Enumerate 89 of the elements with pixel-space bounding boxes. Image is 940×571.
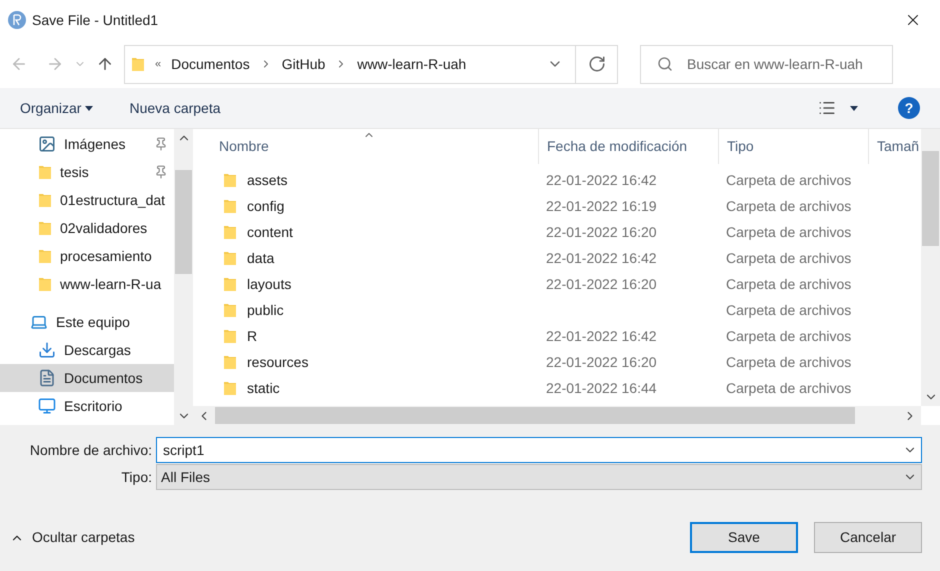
picture-icon [38,135,56,153]
folder-icon [38,192,52,208]
sidebar-scrollbar[interactable] [174,129,193,425]
sidebar-item[interactable]: procesamiento [0,242,174,270]
document-icon [38,369,56,387]
folder-icon [223,224,237,240]
file-name[interactable]: content [247,222,293,242]
sidebar-item[interactable]: tesis [0,158,174,186]
file-name[interactable]: assets [247,170,288,190]
hide-folders-button[interactable]: Ocultar carpetas [10,527,135,548]
folder-icon [223,198,237,214]
file-name[interactable]: resources [247,352,308,372]
refresh-icon [588,55,606,73]
column-header[interactable]: Nombre [193,129,538,164]
file-type: Carpeta de archivos [725,300,852,320]
folder-icon [223,172,237,188]
sidebar-item[interactable]: 01estructura_dat [0,186,174,214]
search-input[interactable]: Buscar en www-learn-R-uah [687,54,867,74]
app-logo-icon [8,11,26,29]
folder-icon [38,248,52,264]
file-type: Carpeta de archivos [725,378,852,398]
monitor-icon [38,397,56,415]
file-type: Carpeta de archivos [725,274,852,294]
column-header[interactable]: Tipo [718,129,868,164]
computer-icon [30,313,48,331]
sidebar-item[interactable]: www-learn-R-ua [0,270,174,298]
folder-icon [38,220,52,236]
column-header[interactable]: Fecha de modificación [538,129,718,164]
folder-icon [223,354,237,370]
breadcrumb[interactable]: www-learn-R-uah [357,54,466,74]
file-type: Carpeta de archivos [725,196,852,216]
file-type: Carpeta de archivos [725,248,852,268]
file-type-select[interactable]: All Files [156,464,922,490]
modified-date: 22-01-2022 16:20 [545,222,658,242]
file-name[interactable]: config [247,196,284,216]
file-name-input[interactable]: script1 [163,440,903,460]
modified-date: 22-01-2022 16:42 [545,170,658,190]
modified-date: 22-01-2022 16:44 [545,378,658,398]
folder-icon [38,164,52,180]
folder-icon [223,250,237,266]
save-button[interactable]: Save [690,522,798,553]
folder-icon [223,302,237,318]
view-options-icon[interactable] [818,99,836,117]
search-field[interactable]: Buscar en www-learn-R-uah [640,44,893,84]
folder-icon [223,380,237,396]
breadcrumb[interactable]: GitHub [282,54,326,74]
sidebar-item[interactable]: 02validadores [0,214,174,242]
sidebar-item[interactable]: Documentos [0,364,174,392]
file-name[interactable]: static [247,378,280,398]
vertical-scrollbar[interactable] [921,129,940,406]
horizontal-scrollbar[interactable] [193,406,921,425]
new-folder-button[interactable]: Nueva carpeta [129,98,221,118]
sidebar-item[interactable]: Imágenes [0,130,174,158]
file-type: Carpeta de archivos [725,326,852,346]
up-button[interactable] [96,55,114,73]
pin-icon[interactable] [154,137,168,151]
file-type: Carpeta de archivos [725,170,852,190]
cancel-button[interactable]: Cancelar [814,522,922,553]
file-name-field[interactable]: script1 [156,437,922,463]
folder-icon [223,276,237,292]
sidebar-item[interactable]: Descargas [0,336,174,364]
pin-icon[interactable] [154,165,168,179]
download-icon [38,341,56,359]
help-button[interactable]: ? [898,97,920,119]
organize-menu[interactable]: Organizar [20,98,94,118]
file-name[interactable]: data [247,248,274,268]
folder-icon [223,328,237,344]
file-name[interactable]: R [247,326,258,346]
modified-date: 22-01-2022 16:42 [545,326,658,346]
file-type: Carpeta de archivos [725,222,852,242]
breadcrumb[interactable]: Documentos [171,54,250,74]
file-type-label: Tipo: [120,468,153,487]
file-name[interactable]: layouts [247,274,292,294]
modified-date: 22-01-2022 16:20 [545,352,658,372]
sidebar-item[interactable]: Este equipo [0,308,174,336]
sidebar-item[interactable]: Escritorio [0,392,174,420]
address-bar[interactable]: « Documentos GitHub www-learn-R-uah [124,44,618,84]
modified-date: 22-01-2022 16:19 [545,196,658,216]
file-type: Carpeta de archivos [725,352,852,372]
folder-icon [131,56,145,72]
caret-icon[interactable] [850,106,858,110]
file-name-label: Nombre de archivo: [28,440,153,460]
file-name[interactable]: public [247,300,284,320]
modified-date: 22-01-2022 16:20 [545,274,658,294]
search-icon [657,56,673,72]
folder-icon [38,276,52,292]
overflow-marker: « [155,56,162,72]
modified-date: 22-01-2022 16:42 [545,248,658,268]
window-title: Save File - Untitled1 [32,10,160,30]
